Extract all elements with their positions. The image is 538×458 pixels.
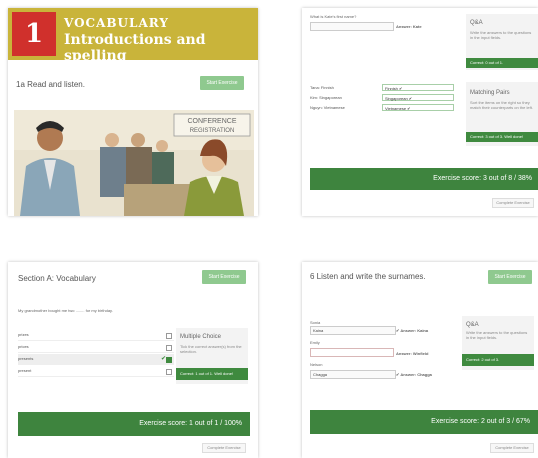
answer-note: Answer: Winfield	[396, 351, 429, 356]
choice-option[interactable]: prices	[18, 342, 174, 353]
choice-text: prices	[18, 344, 29, 349]
checkbox[interactable]	[166, 333, 172, 339]
qa-title: Q&A	[470, 20, 483, 26]
field-label: Emily	[310, 340, 320, 345]
mc-info-box: Multiple Choice Tick the correct answer(…	[176, 328, 248, 384]
qa-title: Q&A	[466, 322, 479, 328]
surnames-panel: 6 Listen and write the surnames. Start E…	[302, 262, 538, 458]
answer-input[interactable]	[310, 22, 394, 31]
field-label: Nelson	[310, 362, 323, 367]
sign-text-1: CONFERENCE	[187, 118, 236, 125]
pair-label: Nguyn: Vietnamese	[310, 105, 345, 110]
qa-info-box: Q&A Write the answers to the questions i…	[466, 14, 538, 70]
exercise-score: Exercise score: 1 out of 1 / 100%	[18, 412, 250, 436]
choice-text: present	[18, 368, 32, 373]
surname-input[interactable]: Kaina	[310, 326, 396, 335]
pair-answer[interactable]: Finnish ✔	[382, 84, 454, 91]
pair-answer[interactable]: Singaporean ✔	[382, 94, 454, 101]
qa-description: Write the answers to the questions in th…	[470, 30, 532, 40]
checkbox[interactable]	[166, 369, 172, 375]
pair-answer[interactable]: Vietnamese ✔	[382, 104, 454, 111]
start-exercise-button[interactable]: Start Exercise	[200, 76, 244, 90]
start-exercise-button[interactable]: Start Exercise	[202, 270, 246, 284]
mc-description: Tick the correct answer(s) from the sele…	[180, 344, 242, 354]
exercise-score: Exercise score: 2 out of 3 / 67%	[310, 410, 538, 434]
choice-option[interactable]: present	[18, 366, 174, 377]
vocabulary-lesson-panel: 1 VOCABULARY Introductions and spelling …	[8, 8, 258, 216]
checkbox[interactable]	[166, 345, 172, 351]
qa-status: Correct: 2 out of 3.	[462, 354, 534, 366]
mc-status: Correct: 1 out of 1. Well done!	[176, 368, 248, 380]
exercise-score: Exercise score: 3 out of 8 / 38%	[310, 168, 538, 190]
start-exercise-button[interactable]: Start Exercise	[488, 270, 532, 284]
qa-question: What is Kate's first name?	[310, 14, 357, 19]
answer-note: ✔ Answer: Chagga	[396, 372, 432, 377]
answer-note: Answer: Kate	[396, 24, 422, 29]
section-title: Section A: Vocabulary	[18, 274, 96, 283]
matching-description: Sort the items on the right so they matc…	[470, 100, 533, 110]
complete-exercise-button[interactable]: Complete Exercise	[202, 443, 246, 453]
surname-input[interactable]: Chagga	[310, 370, 396, 379]
lesson-heading: VOCABULARY	[64, 16, 169, 30]
complete-exercise-button[interactable]: Complete Exercise	[492, 198, 534, 208]
multiple-choice-panel: Section A: Vocabulary Start Exercise My …	[8, 262, 258, 458]
mc-title: Multiple Choice	[180, 334, 222, 340]
pair-label: Tana: Finnish	[310, 85, 334, 90]
qa-info-box: Q&A Write the answers to the questions i…	[462, 316, 534, 370]
lesson-header: 1 VOCABULARY Introductions and spelling	[8, 8, 258, 64]
checkbox[interactable]	[166, 357, 172, 363]
lesson-subheading: Introductions and spelling	[64, 32, 206, 64]
conference-illustration: CONFERENCE REGISTRATION	[14, 110, 254, 216]
matching-status: Correct: 3 out of 3. Well done!	[466, 132, 538, 142]
lesson-number: 1	[12, 12, 56, 56]
matching-info-box: Matching Pairs Sort the items on the rig…	[466, 82, 538, 146]
task-title: 1a Read and listen.	[16, 80, 85, 89]
choice-text: presents	[18, 356, 34, 361]
qa-status: Correct: 0 out of 1.	[466, 58, 538, 68]
qa-matching-panel: What is Kate's first name? Answer: Kate …	[302, 8, 538, 216]
field-label: Sonia	[310, 320, 321, 325]
surname-input[interactable]	[310, 348, 394, 357]
sign-text-2: REGISTRATION	[190, 128, 235, 134]
choice-option[interactable]: presents ✔	[18, 354, 174, 365]
matching-title: Matching Pairs	[470, 90, 510, 96]
pair-label: Kim: Singaporean	[310, 95, 342, 100]
task-title: 6 Listen and write the surnames.	[310, 272, 426, 281]
answer-note: ✔ Answer: Kaina	[396, 328, 429, 333]
complete-exercise-button[interactable]: Complete Exercise	[490, 443, 534, 453]
question-sentence: My grandmother bought me two ........ fo…	[18, 308, 113, 313]
qa-description: Write the answers to the questions in th…	[466, 330, 528, 340]
choice-text: prizes	[18, 332, 29, 337]
choice-option[interactable]: prizes	[18, 330, 174, 341]
